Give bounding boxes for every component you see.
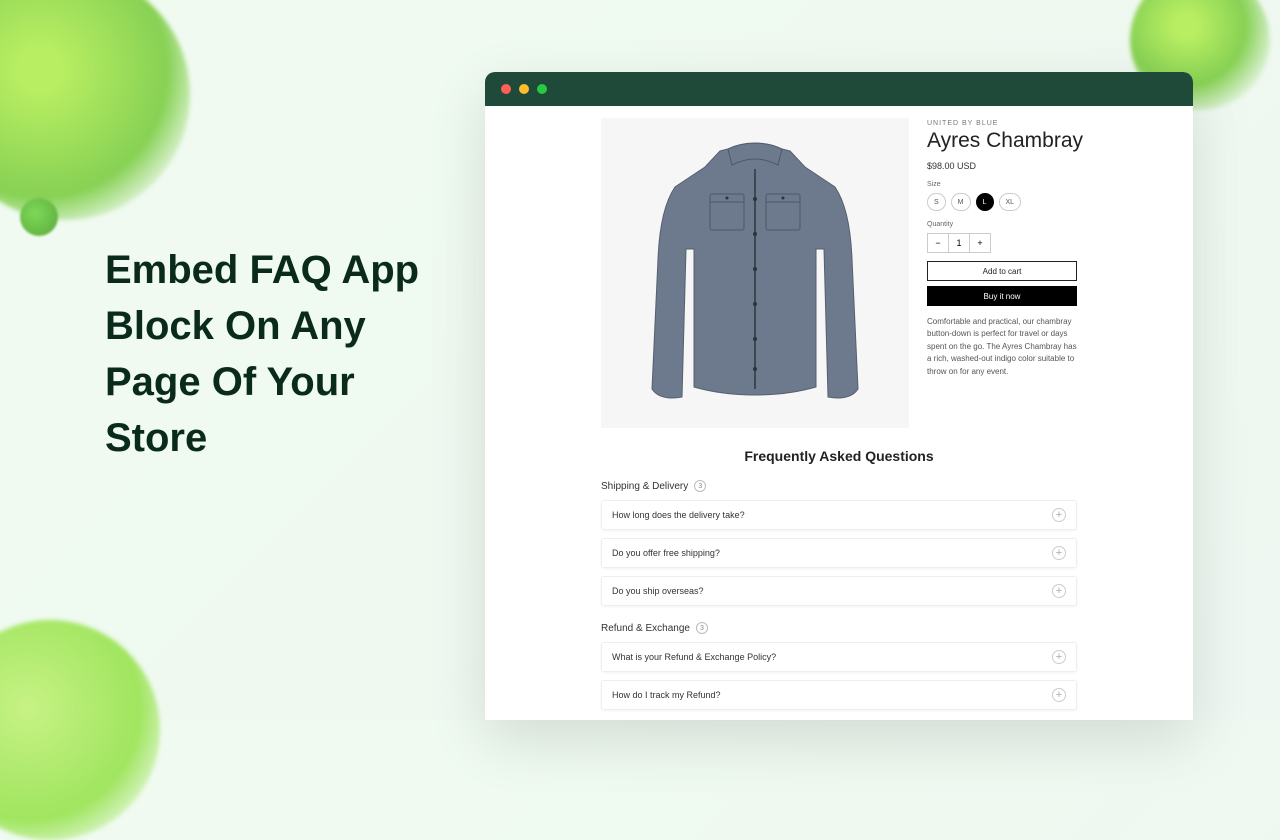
size-l[interactable]: L xyxy=(976,193,994,211)
question-text: What is your Refund & Exchange Policy? xyxy=(612,652,776,662)
size-options: S M L XL xyxy=(927,193,1157,211)
qty-increment[interactable]: + xyxy=(969,233,991,253)
product-page: UNITED BY BLUE Ayres Chambray $98.00 USD… xyxy=(485,106,1193,428)
minimize-icon[interactable] xyxy=(519,84,529,94)
size-s[interactable]: S xyxy=(927,193,946,211)
faq-question[interactable]: How do I track my Refund? + xyxy=(601,680,1077,710)
browser-window: UNITED BY BLUE Ayres Chambray $98.00 USD… xyxy=(485,72,1193,720)
size-xl[interactable]: XL xyxy=(999,193,1022,211)
decorative-blob xyxy=(0,0,190,220)
faq-category-shipping: Shipping & Delivery 3 xyxy=(601,480,1077,492)
faq-section: Frequently Asked Questions Shipping & De… xyxy=(485,428,1193,710)
product-description: Comfortable and practical, our chambray … xyxy=(927,316,1077,378)
product-price: $98.00 USD xyxy=(927,161,1157,171)
size-label: Size xyxy=(927,181,1157,188)
expand-icon: + xyxy=(1052,584,1066,598)
expand-icon: + xyxy=(1052,546,1066,560)
close-icon[interactable] xyxy=(501,84,511,94)
question-text: How do I track my Refund? xyxy=(612,690,721,700)
question-text: Do you offer free shipping? xyxy=(612,548,720,558)
decorative-blob xyxy=(0,620,160,840)
question-text: How long does the delivery take? xyxy=(612,510,745,520)
question-text: Do you ship overseas? xyxy=(612,586,704,596)
faq-question[interactable]: Do you offer free shipping? + xyxy=(601,538,1077,568)
shirt-illustration xyxy=(640,139,870,407)
quantity-stepper: − 1 + xyxy=(927,233,1157,253)
product-image[interactable] xyxy=(601,118,909,428)
category-count: 3 xyxy=(694,480,706,492)
faq-title: Frequently Asked Questions xyxy=(601,448,1077,464)
expand-icon: + xyxy=(1052,650,1066,664)
faq-question[interactable]: Do you ship overseas? + xyxy=(601,576,1077,606)
size-m[interactable]: M xyxy=(951,193,971,211)
faq-question[interactable]: What is your Refund & Exchange Policy? + xyxy=(601,642,1077,672)
expand-icon: + xyxy=(1052,508,1066,522)
category-label: Refund & Exchange xyxy=(601,623,690,634)
category-count: 3 xyxy=(696,622,708,634)
page-headline: Embed FAQ App Block On Any Page Of Your … xyxy=(105,242,465,466)
product-brand: UNITED BY BLUE xyxy=(927,120,1157,127)
qty-label: Quantity xyxy=(927,221,1157,228)
qty-value: 1 xyxy=(948,233,970,253)
add-to-cart-button[interactable]: Add to cart xyxy=(927,261,1077,281)
qty-decrement[interactable]: − xyxy=(927,233,949,253)
category-label: Shipping & Delivery xyxy=(601,481,688,492)
expand-icon: + xyxy=(1052,688,1066,702)
maximize-icon[interactable] xyxy=(537,84,547,94)
faq-question[interactable]: How long does the delivery take? + xyxy=(601,500,1077,530)
window-titlebar xyxy=(485,72,1193,106)
faq-category-refund: Refund & Exchange 3 xyxy=(601,622,1077,634)
product-title: Ayres Chambray xyxy=(927,129,1157,153)
decorative-blob xyxy=(20,198,58,236)
buy-now-button[interactable]: Buy it now xyxy=(927,286,1077,306)
product-details: UNITED BY BLUE Ayres Chambray $98.00 USD… xyxy=(927,118,1157,428)
